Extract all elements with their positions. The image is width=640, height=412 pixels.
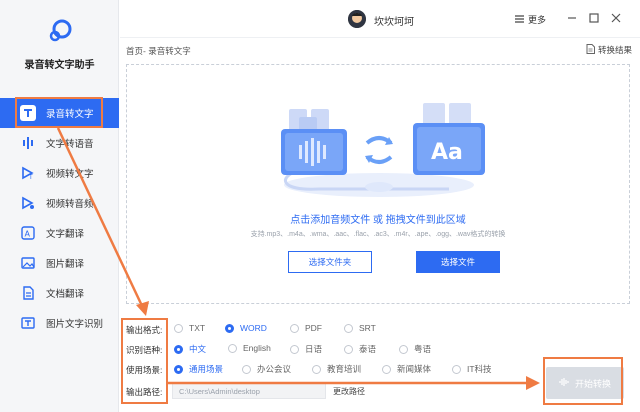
select-folder-button[interactable]: 选择文件夹 <box>288 251 372 273</box>
radio-icon <box>382 364 391 374</box>
option-label: PDF <box>305 323 322 333</box>
format-option-word[interactable]: WORD <box>225 323 267 333</box>
sidebar-item-text-to-speech[interactable]: 文字转语音 <box>0 128 119 158</box>
option-label: English <box>243 343 271 353</box>
radio-icon <box>312 364 321 374</box>
close-button[interactable] <box>609 11 623 25</box>
video-audio-icon <box>20 195 36 211</box>
sidebar-item-text-translate[interactable]: A 文字翻译 <box>0 218 119 248</box>
sidebar-item-video-to-text[interactable]: T 视频转文字 <box>0 158 119 188</box>
app-logo-icon <box>49 19 72 42</box>
title-bar: 坎坎坷坷 更多 <box>120 0 640 38</box>
menu-icon <box>515 14 524 25</box>
radio-icon <box>225 323 234 333</box>
more-menu-button[interactable]: 更多 <box>515 13 546 26</box>
video-text-icon: T <box>20 165 36 181</box>
option-label: 日语 <box>305 344 323 354</box>
sidebar-item-label: 图片翻译 <box>46 259 85 270</box>
document-icon <box>586 44 595 56</box>
sidebar-item-document-translate[interactable]: 文档翻译 <box>0 278 119 308</box>
avatar[interactable] <box>348 10 366 28</box>
scene-option-it[interactable]: IT科技 <box>452 363 492 375</box>
option-label: IT科技 <box>467 364 492 374</box>
radio-icon <box>290 323 299 333</box>
scene-option-education[interactable]: 教育培训 <box>312 363 361 375</box>
scene-option-general[interactable]: 通用场景 <box>174 363 223 375</box>
app-name: 录音转文字助手 <box>24 60 95 71</box>
maximize-icon <box>589 13 599 23</box>
annotation-highlight-settings <box>121 318 168 404</box>
sidebar-item-video-to-audio[interactable]: 视频转音频 <box>0 188 119 218</box>
more-label: 更多 <box>528 15 547 25</box>
option-label: 泰语 <box>359 344 377 354</box>
ocr-icon <box>20 315 36 331</box>
breadcrumb: 首页- 录音转文字 <box>126 46 191 56</box>
username[interactable]: 坎坎坷坷 <box>374 13 414 28</box>
sidebar-item-label: 视频转音频 <box>46 199 94 210</box>
minimize-icon <box>568 17 576 19</box>
option-label: SRT <box>359 323 376 333</box>
language-option-japanese[interactable]: 日语 <box>290 343 322 355</box>
sidebar-item-label: 文档翻译 <box>46 289 85 300</box>
conversion-results-link[interactable]: 转换结果 <box>586 44 632 56</box>
radio-icon <box>344 323 353 333</box>
language-option-cantonese[interactable]: 粤语 <box>399 343 431 355</box>
sidebar-item-image-ocr[interactable]: 图片文字识别 <box>0 308 119 338</box>
translate-icon: A <box>20 225 36 241</box>
language-option-chinese[interactable]: 中文 <box>174 343 206 355</box>
sidebar-item-label: 视频转文字 <box>46 169 94 180</box>
format-option-txt[interactable]: TXT <box>174 323 205 333</box>
format-option-pdf[interactable]: PDF <box>290 323 322 333</box>
radio-icon <box>344 344 353 354</box>
language-option-english[interactable]: English <box>228 343 271 353</box>
radio-icon <box>228 343 237 353</box>
option-label: 通用场景 <box>189 364 224 374</box>
select-file-button[interactable]: 选择文件 <box>416 251 500 273</box>
minimize-button[interactable] <box>565 11 579 25</box>
sidebar: 录音转文字助手 录音转文字 文字转语音 T 视频转文字 视频转音频 A 文字翻译… <box>0 0 119 412</box>
audio-wave-icon <box>20 135 36 151</box>
radio-icon <box>174 364 183 374</box>
scene-option-media[interactable]: 新闻媒体 <box>382 363 431 375</box>
supported-formats-hint: 支持.mp3、.m4a、.wma、.aac、.flac、.ac3、.m4r、.a… <box>250 231 506 238</box>
conversion-results-label: 转换结果 <box>598 45 633 55</box>
option-label: TXT <box>189 323 206 333</box>
option-label: WORD <box>240 323 267 333</box>
option-label: 中文 <box>189 344 207 354</box>
sidebar-item-label: 图片文字识别 <box>46 319 104 330</box>
file-drop-zone[interactable]: Aa 点击添加音频文件 或 拖拽文件到此区域 支持.mp3、.m4a、.wma、… <box>126 64 630 304</box>
svg-text:T: T <box>28 174 33 180</box>
sidebar-item-label: 文字翻译 <box>46 229 85 240</box>
change-path-link[interactable]: 更改路径 <box>333 386 365 397</box>
language-option-thai[interactable]: 泰语 <box>344 343 376 355</box>
format-option-srt[interactable]: SRT <box>344 323 376 333</box>
radio-icon <box>242 364 251 374</box>
option-label: 新闻媒体 <box>397 364 432 374</box>
option-label: 办公会议 <box>257 364 292 374</box>
maximize-button[interactable] <box>587 11 601 25</box>
sidebar-item-label: 文字转语音 <box>46 139 94 150</box>
document-translate-icon <box>20 285 36 301</box>
sidebar-item-image-translate[interactable]: 图片翻译 <box>0 248 119 278</box>
radio-icon <box>399 344 408 354</box>
radio-icon <box>452 364 461 374</box>
annotation-highlight-start <box>543 357 623 405</box>
radio-icon <box>174 323 183 333</box>
radio-icon <box>174 344 183 354</box>
drop-instruction[interactable]: 点击添加音频文件 或 拖拽文件到此区域 <box>127 211 629 226</box>
radio-icon <box>290 344 299 354</box>
close-icon <box>611 13 621 23</box>
option-label: 粤语 <box>414 344 432 354</box>
illustration-text-glyph: Aa <box>431 140 463 165</box>
svg-text:A: A <box>25 230 31 239</box>
scene-option-meeting[interactable]: 办公会议 <box>242 363 291 375</box>
output-path-field[interactable]: C:\Users\Admin\desktop <box>172 383 326 399</box>
annotation-highlight-sidebar <box>15 97 103 128</box>
option-label: 教育培训 <box>327 364 362 374</box>
image-translate-icon <box>20 255 36 271</box>
upload-illustration: Aa <box>281 103 485 197</box>
